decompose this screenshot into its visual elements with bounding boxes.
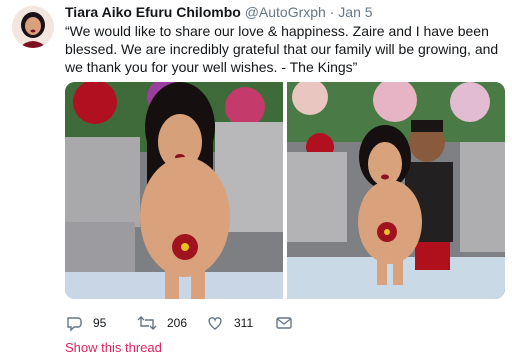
heart-icon (206, 314, 224, 332)
retweet-count: 206 (167, 316, 188, 330)
show-thread-link[interactable]: Show this thread (65, 340, 162, 355)
reply-count: 95 (93, 316, 107, 330)
media-left-image (65, 82, 283, 299)
avatar-image (12, 6, 54, 48)
retweet-icon (137, 314, 157, 332)
like-button[interactable]: 311 (206, 314, 253, 332)
direct-message-button[interactable] (275, 314, 293, 332)
header-separator: · (329, 4, 335, 20)
media-right-image (287, 82, 505, 299)
like-count: 311 (234, 316, 254, 330)
envelope-icon (275, 314, 293, 332)
display-name[interactable]: Tiara Aiko Efuru Chilombo (65, 4, 241, 20)
tweet-media[interactable] (65, 82, 505, 299)
media-illustration (65, 82, 505, 299)
tweet-date[interactable]: Jan 5 (338, 4, 372, 20)
tweet-header: Tiara Aiko Efuru Chilombo @AutoGrxph · J… (65, 4, 373, 20)
user-handle[interactable]: @AutoGrxph (245, 4, 326, 20)
avatar[interactable] (12, 6, 54, 48)
tweet-text: “We would like to share our love & happi… (65, 23, 499, 75)
retweet-button[interactable]: 206 (137, 314, 187, 332)
reply-icon (65, 314, 83, 332)
reply-button[interactable]: 95 (65, 314, 106, 332)
tweet-actions: 95 206 311 (65, 314, 365, 332)
